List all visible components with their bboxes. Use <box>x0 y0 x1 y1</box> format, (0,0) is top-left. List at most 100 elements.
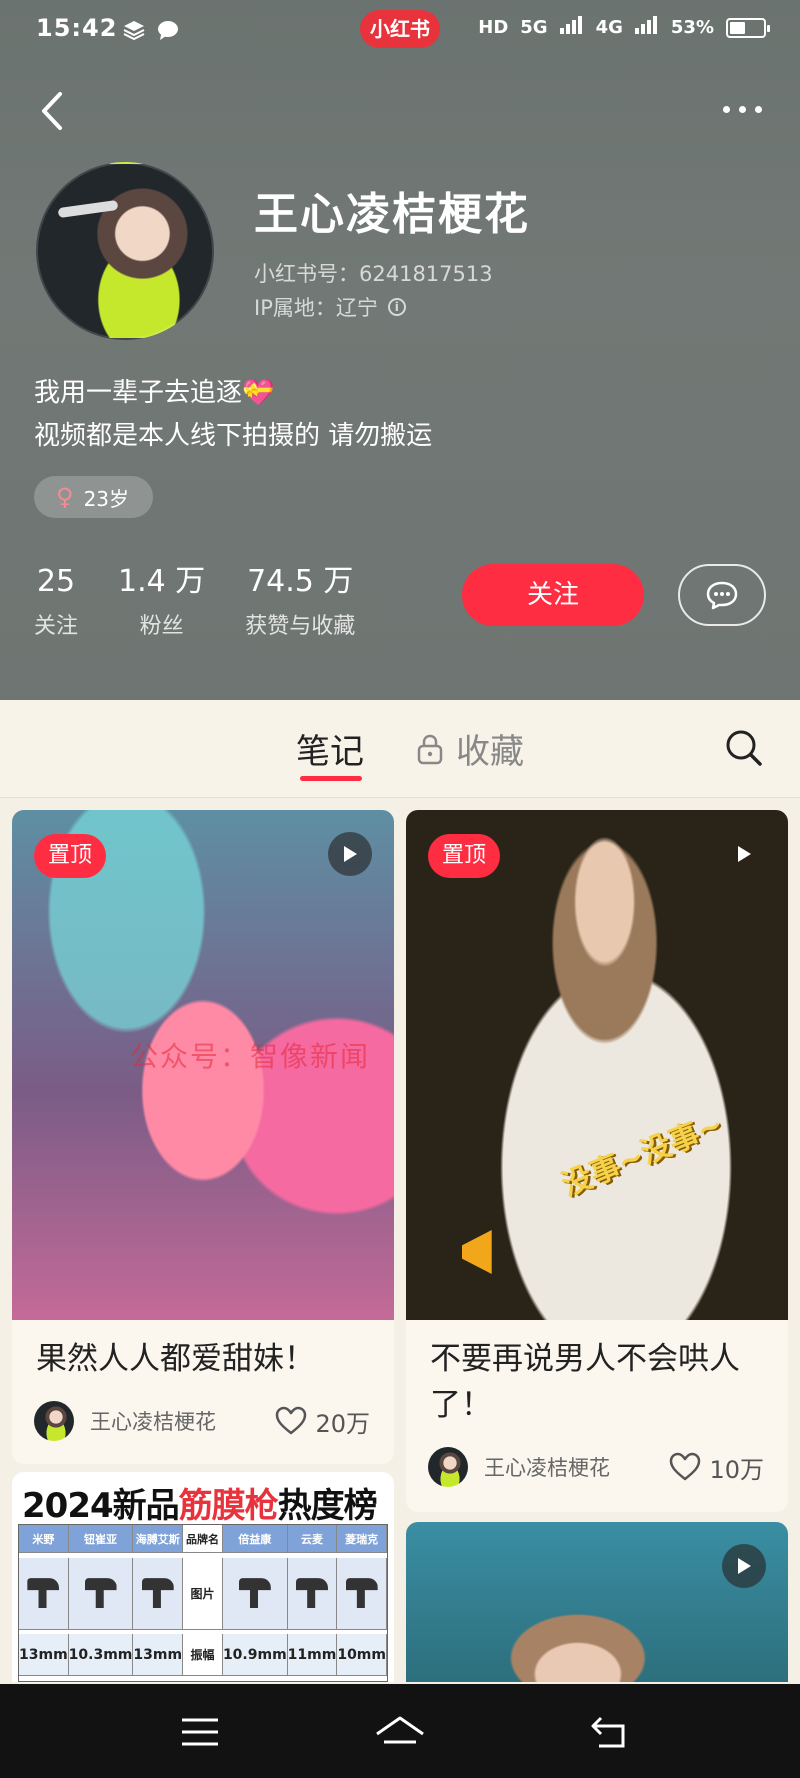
layers-icon <box>122 18 146 42</box>
note-cover-image: 公众号：智像新闻 <box>12 810 394 1320</box>
massage-gun-icon <box>345 1578 378 1609</box>
more-button[interactable] <box>712 94 772 124</box>
massage-gun-icon <box>141 1578 174 1609</box>
app-badge: 小红书 <box>360 10 440 48</box>
table-cell: 10.9mm <box>222 1634 288 1677</box>
like-button[interactable]: 20万 <box>275 1404 370 1439</box>
note-card[interactable] <box>406 1522 788 1682</box>
table-header: 菱瑞克 <box>337 1525 387 1553</box>
stat-value: 25 <box>36 564 76 599</box>
play-icon <box>738 846 751 862</box>
chat-button[interactable] <box>678 564 766 626</box>
note-meta: 王心凌桔梗花 10万 <box>428 1446 764 1488</box>
stat-value: 74.5 万 <box>247 564 354 599</box>
female-icon: ♀ <box>56 483 74 511</box>
table-cell: 11mm <box>287 1634 338 1677</box>
follow-button[interactable]: 关注 <box>462 564 644 626</box>
product-image <box>68 1557 134 1630</box>
signal-icon <box>559 16 584 39</box>
massage-gun-icon <box>295 1578 328 1609</box>
profile-nickname: 王心凌桔梗花 <box>254 189 530 240</box>
info-icon[interactable]: i <box>387 298 406 316</box>
product-image <box>287 1557 338 1630</box>
table-header: 米野 <box>19 1525 69 1553</box>
signal-icon-2 <box>634 16 659 39</box>
play-icon <box>738 1558 751 1574</box>
profile-tabs: 笔记 收藏 <box>0 700 800 798</box>
note-card[interactable]: 公众号：智像新闻 置顶 果然人人都爱甜妹！ 王心凌桔梗花 20万 <box>12 810 394 1464</box>
back-nav-button[interactable] <box>582 1704 638 1760</box>
more-dots-icon <box>722 105 730 113</box>
search-button[interactable] <box>724 728 764 768</box>
red-id: 小红书号：6241817513 <box>254 262 493 286</box>
note-title-line-2: 了！ <box>430 1387 492 1423</box>
stat-following[interactable]: 25 关注 <box>34 562 78 640</box>
search-icon <box>726 730 762 766</box>
like-count: 20万 <box>315 1409 370 1438</box>
status-right: HD 5G 4G 53% <box>478 16 770 39</box>
system-nav-bar <box>0 1684 800 1778</box>
product-image <box>222 1557 288 1630</box>
status-left-icons <box>122 18 180 42</box>
table-cell: 13mm <box>133 1634 184 1677</box>
note-card-ranking[interactable]: 2024新品筋膜枪热度榜 米野 钮崔亚 海膊艾斯 品牌名 倍益康 云麦 菱瑞克 … <box>12 1472 394 1682</box>
table-cell: 13mm <box>19 1634 69 1677</box>
back-button[interactable] <box>34 86 74 136</box>
note-title: 不要再说男人不会哄人 了！ <box>430 1336 740 1428</box>
home-button[interactable] <box>372 1704 428 1760</box>
bio-line-2: 视频都是本人线下拍摄的 请勿搬运 <box>34 421 433 451</box>
author-avatar[interactable] <box>428 1447 468 1487</box>
ip-location: IP属地：辽宁 i <box>254 292 406 322</box>
note-cover-image: 没事~没事~ <box>406 810 788 1320</box>
stat-label: 粉丝 <box>139 614 184 639</box>
like-button[interactable]: 10万 <box>669 1450 764 1485</box>
row-label: 振幅 <box>183 1634 223 1677</box>
signal-4g: 4G <box>595 17 623 38</box>
table-header: 钮崔亚 <box>68 1525 134 1553</box>
stat-label: 获赞与收藏 <box>245 614 356 639</box>
tab-active-indicator <box>300 776 362 781</box>
bio-line-1: 我用一辈子去追逐💝 <box>34 378 275 408</box>
avatar[interactable] <box>36 162 214 340</box>
author-name[interactable]: 王心凌桔梗花 <box>484 1452 669 1482</box>
massage-gun-icon <box>238 1578 271 1609</box>
chevron-left-icon <box>42 92 62 130</box>
overlay-text: 没事~没事~ <box>556 1107 728 1204</box>
return-icon <box>591 1716 625 1748</box>
table-header: 海膊艾斯 <box>133 1525 184 1553</box>
tab-collect[interactable]: 收藏 <box>416 724 524 773</box>
profile-bio: 我用一辈子去追逐💝 视频都是本人线下拍摄的 请勿搬运 <box>34 372 432 458</box>
table-cell: 10mm <box>337 1634 387 1677</box>
stat-label: 关注 <box>34 614 79 639</box>
note-card[interactable]: 没事~没事~ 置顶 不要再说男人不会哄人 了！ 王心凌桔梗花 10万 <box>406 810 788 1512</box>
ip-location-text: IP属地：辽宁 <box>254 296 378 320</box>
heart-icon <box>276 1406 307 1435</box>
pinned-badge: 置顶 <box>428 834 501 878</box>
menu-button[interactable] <box>172 1704 228 1760</box>
author-name[interactable]: 王心凌桔梗花 <box>90 1406 275 1436</box>
stat-value: 1.4 万 <box>118 564 206 599</box>
profile-stats: 25 关注 1.4 万 粉丝 74.5 万 获赞与收藏 <box>34 562 395 640</box>
heart-icon <box>670 1452 701 1481</box>
product-image <box>19 1557 69 1630</box>
status-bar: 15:42 小红书 HD 5G 4G 53% <box>0 0 800 60</box>
stat-likes-collects[interactable]: 74.5 万 获赞与收藏 <box>245 562 355 640</box>
message-icon <box>156 18 180 42</box>
play-icon <box>344 846 357 862</box>
status-time: 15:42 <box>36 14 118 42</box>
menu-icon <box>182 1718 218 1746</box>
tab-notes[interactable]: 笔记 <box>296 724 364 773</box>
author-avatar[interactable] <box>34 1401 74 1441</box>
product-image <box>337 1557 387 1630</box>
video-indicator <box>328 832 372 876</box>
stat-followers[interactable]: 1.4 万 粉丝 <box>118 562 205 640</box>
megaphone-icon <box>462 1230 492 1274</box>
ranking-title: 2024新品筋膜枪热度榜 <box>22 1486 378 1526</box>
home-icon <box>376 1716 424 1744</box>
table-header: 倍益康 <box>222 1525 288 1553</box>
table-header: 云麦 <box>287 1525 338 1553</box>
battery-icon <box>726 17 770 38</box>
gender-age-tag: ♀ 23岁 <box>34 476 154 518</box>
pinned-badge: 置顶 <box>34 834 107 878</box>
like-count: 10万 <box>709 1455 764 1484</box>
